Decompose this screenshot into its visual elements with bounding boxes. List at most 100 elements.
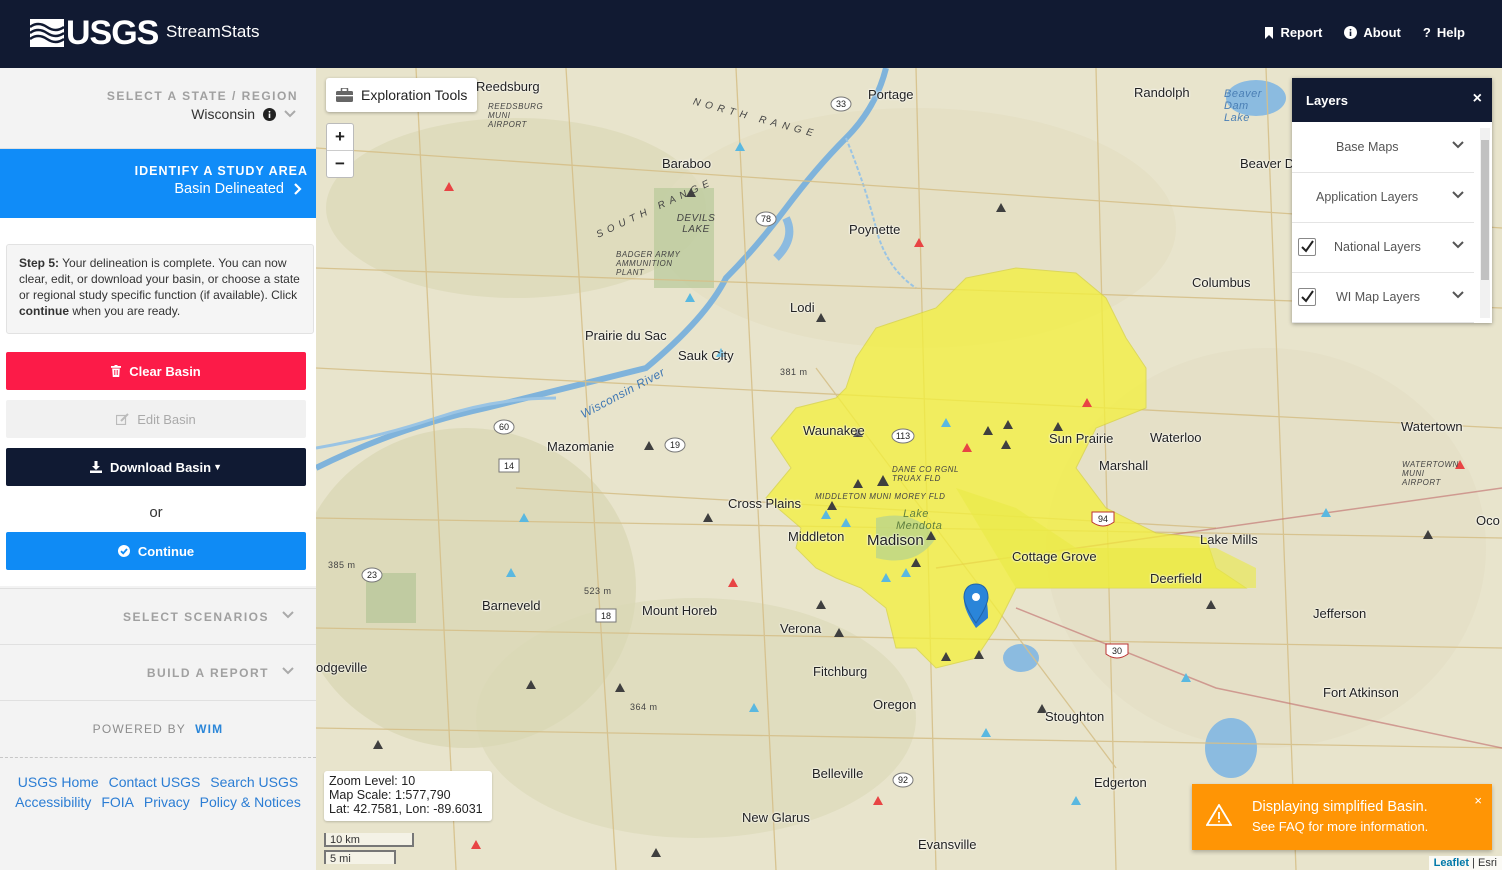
place-label: Oregon <box>873 697 917 712</box>
facility-label: BADGER ARMY AMMUNITION PLANT <box>616 250 681 277</box>
continue-button[interactable]: Continue <box>6 532 306 570</box>
layer-group-base-maps[interactable]: Base Maps <box>1292 122 1474 173</box>
place-label: Deerfield <box>1150 571 1203 586</box>
bookmark-icon <box>1265 26 1274 39</box>
layer-group-application-layers[interactable]: Application Layers <box>1292 172 1474 223</box>
state-selector[interactable]: Wisconsin <box>191 106 296 122</box>
delineation-panel: Step 5: Your delineation is complete. Yo… <box>0 218 316 586</box>
footer-link-privacy[interactable]: Privacy <box>144 794 190 810</box>
national-layers-checkbox[interactable] <box>1298 238 1316 256</box>
footer-links: USGS Home Contact USGS Search USGS Acces… <box>0 772 316 812</box>
place-label: Beaver D <box>1240 156 1295 171</box>
layers-close-button[interactable]: × <box>1473 90 1482 108</box>
map-view[interactable]: 33 78 60 19 14 113 94 23 18 30 92 Reedsb… <box>316 68 1502 870</box>
clear-basin-button[interactable]: Clear Basin <box>6 352 306 390</box>
identify-status-text: Basin Delineated <box>174 181 284 197</box>
help-link[interactable]: ? Help <box>1423 25 1465 40</box>
place-label: Cottage Grove <box>1012 549 1097 564</box>
identify-study-area-section[interactable]: IDENTIFY A STUDY AREA Basin Delineated <box>0 149 316 218</box>
chevron-right-icon <box>294 183 302 195</box>
footer-link-accessibility[interactable]: Accessibility <box>15 794 91 810</box>
about-link[interactable]: About <box>1344 25 1401 40</box>
wi-map-layers-checkbox[interactable] <box>1298 288 1316 306</box>
clear-basin-label: Clear Basin <box>129 363 201 379</box>
footer-link-usgs-home[interactable]: USGS Home <box>18 774 99 790</box>
step-instructions: Step 5: Your delineation is complete. Yo… <box>6 244 314 334</box>
place-label: Reedsburg <box>476 79 540 94</box>
top-nav: Report About ? Help <box>1264 25 1465 40</box>
elevation-label: 385 m <box>328 560 356 570</box>
select-state-section[interactable]: SELECT A STATE / REGION Wisconsin <box>0 68 316 149</box>
exploration-tools-button[interactable]: Exploration Tools <box>326 78 478 112</box>
toast-close-button[interactable]: × <box>1474 793 1482 808</box>
layers-panel: Layers × Base Maps Application Layers Na… <box>1292 78 1492 323</box>
layer-group-national-layers[interactable]: National Layers <box>1292 222 1474 273</box>
svg-text:113: 113 <box>896 431 910 441</box>
zoom-out-button[interactable]: − <box>327 151 353 177</box>
footer-link-foia[interactable]: FOIA <box>101 794 134 810</box>
layers-header: Layers × <box>1292 78 1492 122</box>
scale-bar-mi: 5 mi <box>324 850 396 865</box>
place-label: Sauk City <box>678 348 734 363</box>
scrollbar-thumb[interactable] <box>1481 140 1489 280</box>
download-basin-button[interactable]: Download Basin ▼ <box>6 448 306 486</box>
build-report-section[interactable]: BUILD A REPORT <box>0 644 316 700</box>
exploration-tools-label: Exploration Tools <box>361 87 468 103</box>
lake-label: DEVILS LAKE <box>676 213 716 235</box>
place-label: Edgerton <box>1094 775 1147 790</box>
map-info-box: Zoom Level: 10 Map Scale: 1:577,790 Lat:… <box>324 771 492 821</box>
info-icon[interactable] <box>263 107 276 121</box>
select-scenarios-label: SELECT SCENARIOS <box>122 610 269 624</box>
download-icon <box>89 461 102 473</box>
footer-link-search[interactable]: Search USGS <box>210 774 298 790</box>
elevation-label: 381 m <box>780 367 808 377</box>
svg-text:94: 94 <box>1098 514 1108 524</box>
powered-by: POWERED BY WIM <box>0 700 316 758</box>
about-label: About <box>1363 25 1401 40</box>
zoom-level-text: Zoom Level: 10 <box>329 774 416 788</box>
footer-link-policy[interactable]: Policy & Notices <box>200 794 301 810</box>
zoom-in-button[interactable]: + <box>327 124 353 151</box>
usgs-logo[interactable]: USGS <box>30 14 159 52</box>
checkmark-icon <box>1301 240 1314 253</box>
zoom-control: + − <box>326 123 354 178</box>
place-label: Columbus <box>1192 275 1251 290</box>
layer-group-label: National Layers <box>1334 240 1421 254</box>
toast-message: See FAQ for more information. <box>1252 819 1429 834</box>
place-label: Middleton <box>788 529 845 544</box>
place-label: Watertown <box>1401 419 1463 434</box>
place-label: Belleville <box>812 766 864 781</box>
select-scenarios-section[interactable]: SELECT SCENARIOS <box>0 588 316 644</box>
edit-icon <box>116 413 129 425</box>
elevation-label: 523 m <box>584 586 612 596</box>
place-label: Randolph <box>1134 85 1190 100</box>
logo-text: USGS <box>66 14 159 52</box>
wim-link[interactable]: WIM <box>195 722 223 736</box>
toast-title: Displaying simplified Basin. <box>1252 799 1428 815</box>
app-title[interactable]: StreamStats <box>166 22 260 42</box>
report-label: Report <box>1280 25 1323 40</box>
footer-link-contact[interactable]: Contact USGS <box>109 774 201 790</box>
place-label: odgeville <box>316 660 368 675</box>
check-circle-icon <box>117 545 130 557</box>
info-icon <box>1344 26 1358 39</box>
edit-basin-button[interactable]: Edit Basin <box>6 400 306 438</box>
or-divider: or <box>149 504 163 521</box>
powered-by-label: POWERED BY <box>92 722 186 736</box>
chevron-down-icon <box>284 110 296 118</box>
leaflet-link[interactable]: Leaflet <box>1434 857 1469 869</box>
layers-scrollbar[interactable] <box>1480 128 1490 318</box>
report-link[interactable]: Report <box>1264 25 1322 40</box>
place-label: Madison <box>867 532 924 549</box>
build-report-label: BUILD A REPORT <box>146 666 269 680</box>
layer-group-wi-map-layers[interactable]: WI Map Layers <box>1292 272 1474 323</box>
svg-text:78: 78 <box>761 214 771 224</box>
place-label: Waterloo <box>1150 430 1202 445</box>
map-scale-text: Map Scale: 1:577,790 <box>329 788 451 802</box>
step-continue-word: continue <box>19 304 69 318</box>
layers-title: Layers <box>1306 93 1348 108</box>
place-label: Prairie du Sac <box>585 328 667 343</box>
top-navbar: USGS StreamStats Report About ? Help <box>0 0 1502 68</box>
airport-label: REEDSBURG MUNI AIRPORT <box>488 102 544 129</box>
chevron-down-icon <box>282 611 294 619</box>
